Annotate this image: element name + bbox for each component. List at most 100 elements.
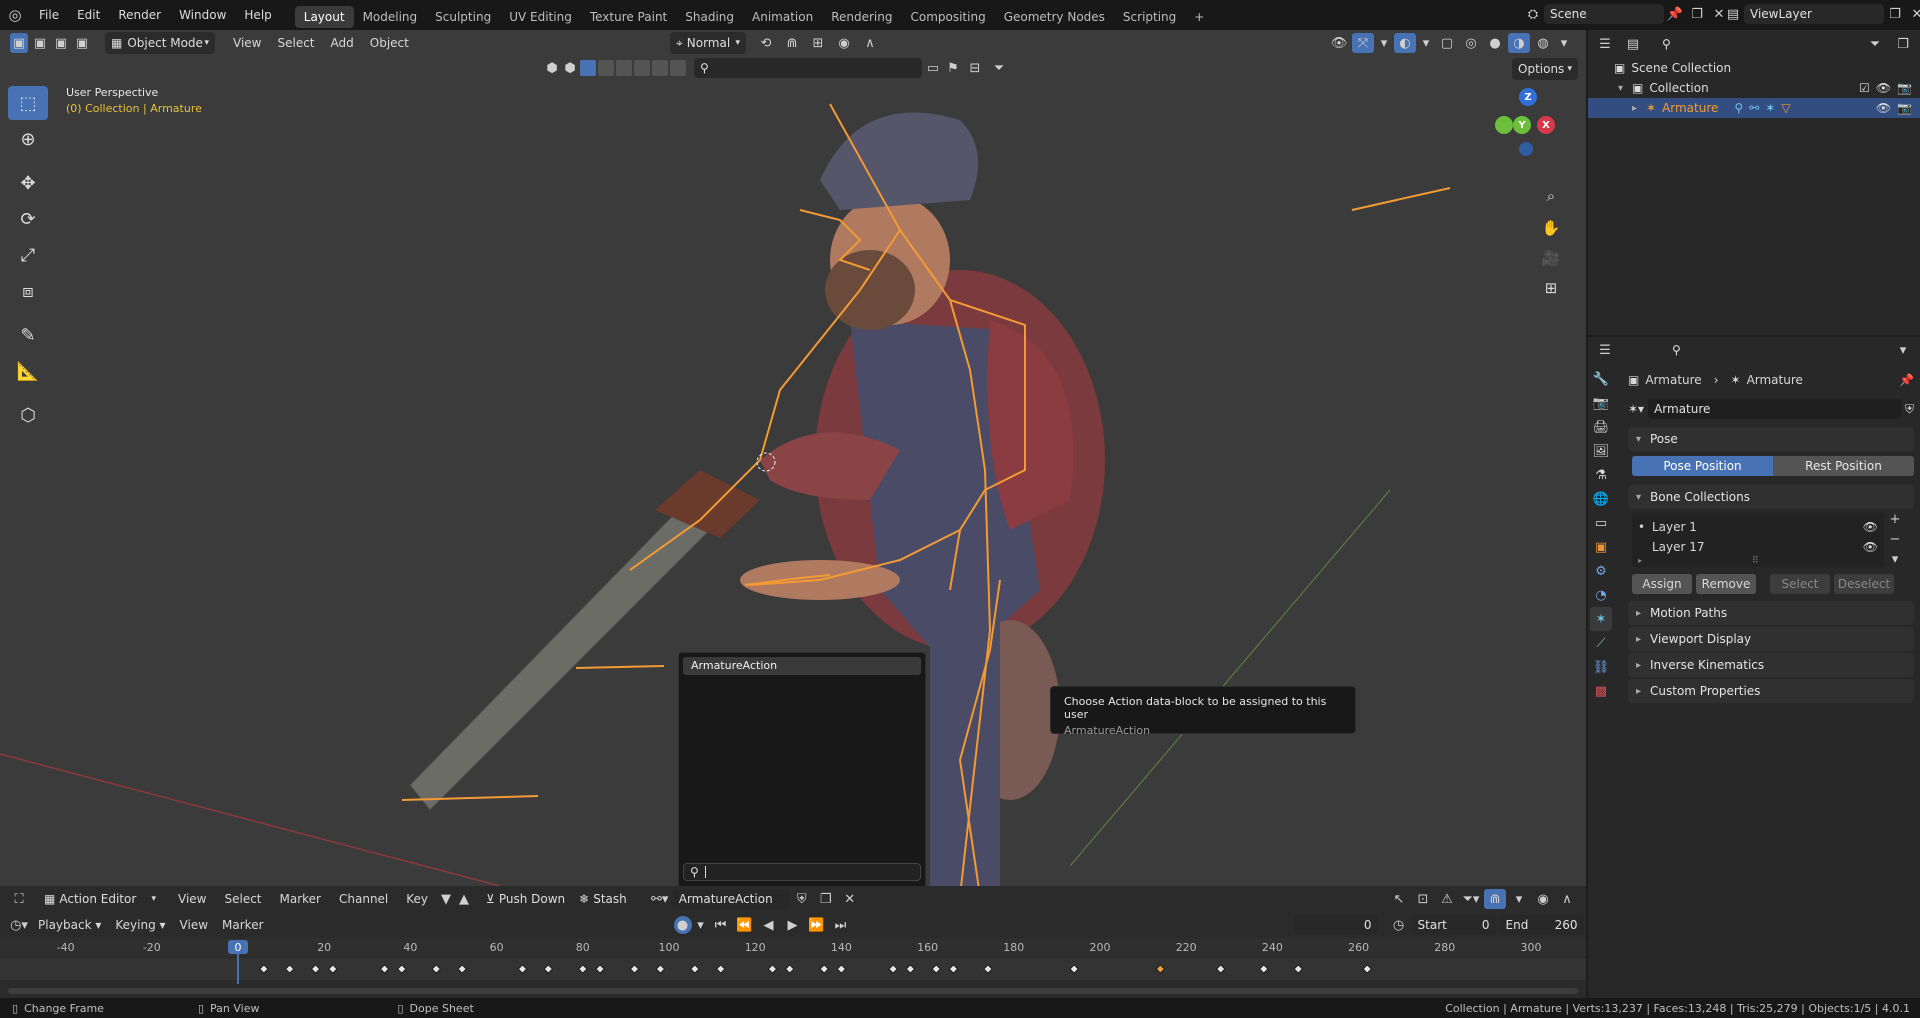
viewport-menu-view[interactable]: View [225, 36, 269, 50]
viewport-search-field[interactable]: ⚲ [694, 58, 922, 78]
remove-button[interactable]: Remove [1696, 574, 1756, 594]
play-reverse-icon[interactable]: ◀ [758, 915, 780, 935]
editor-type-icon[interactable]: ☰ [1594, 34, 1616, 54]
viewport-menu-object[interactable]: Object [362, 36, 417, 50]
menu-help[interactable]: Help [235, 0, 280, 30]
eye-icon[interactable]: 👁 [1876, 81, 1891, 95]
new-action-icon[interactable]: ❐ [815, 889, 837, 909]
navigation-gizmo[interactable]: Z Y X ⌕ ✋ 🎥 ⊞ [1495, 88, 1565, 308]
rotate-tool-icon[interactable]: ⟳ [8, 202, 48, 236]
chevron-down-icon[interactable]: ▾ [694, 915, 708, 935]
list-item[interactable]: Layer 17 👁 [1638, 537, 1878, 557]
record-icon[interactable]: ● [673, 916, 692, 934]
resize-handle-icon[interactable]: ⠿ [1752, 556, 1759, 566]
add-icon[interactable]: + [1884, 509, 1906, 529]
falloff-icon[interactable]: ∧ [1556, 889, 1578, 909]
jump-start-icon[interactable]: ⏮ [710, 915, 732, 935]
scene-tab-icon[interactable]: ⚗ [1590, 463, 1612, 487]
select-new-icon[interactable]: ▣ [10, 33, 28, 53]
new-scene-icon[interactable]: ❐ [1686, 4, 1708, 24]
dopesheet-menu-marker[interactable]: Marker [272, 892, 329, 906]
outliner-row-scene-collection[interactable]: ▣ Scene Collection [1588, 58, 1920, 78]
scale-tool-icon[interactable]: ⤢ [8, 238, 48, 272]
output-tab-icon[interactable]: 🖨 [1590, 415, 1612, 439]
annotate-tool-icon[interactable]: ✎ [8, 318, 48, 352]
action-icon[interactable]: ⚯ [1749, 101, 1759, 115]
select-extend-icon[interactable]: ▣ [31, 33, 49, 53]
menu-render[interactable]: Render [109, 0, 170, 30]
properties-search-input[interactable]: ⚲ [1666, 340, 1832, 360]
y-axis-neg-handle[interactable] [1495, 116, 1513, 134]
select-box-tool-icon[interactable]: ⬚ [8, 86, 48, 120]
armature-data-icon[interactable]: ✶ [1765, 101, 1775, 115]
menu-edit[interactable]: Edit [68, 0, 109, 30]
preview-range-icon[interactable]: ◷ [1388, 915, 1410, 935]
eye-icon[interactable]: 👁 [1876, 101, 1891, 115]
pose-icon[interactable]: ⚲ [1734, 101, 1743, 115]
inverse-kinematics-panel-header[interactable]: ▸ Inverse Kinematics [1628, 653, 1914, 677]
scene-field[interactable]: Scene [1544, 4, 1664, 24]
transform-tool-icon[interactable]: ⧈ [8, 274, 48, 308]
chevron-down-icon[interactable]: ▾ [1508, 889, 1530, 909]
view-layer-tab-icon[interactable]: 🖼 [1590, 439, 1612, 463]
eye-icon[interactable]: 👁 [1863, 540, 1878, 554]
jump-end-icon[interactable]: ⏭ [830, 915, 852, 935]
select-subtract-icon[interactable]: ▣ [52, 33, 70, 53]
chevron-down-icon[interactable]: ▾ [1884, 549, 1906, 569]
rest-position-button[interactable]: Rest Position [1773, 456, 1914, 476]
tab-animation[interactable]: Animation [743, 6, 822, 28]
pose-panel-header[interactable]: ▾ Pose [1628, 427, 1914, 451]
view-layer-icon[interactable]: ▤ [1722, 4, 1744, 24]
stash-button[interactable]: ❄ Stash [573, 888, 633, 910]
box-select-icon[interactable]: ⊡ [1412, 889, 1434, 909]
mesh-children-icon[interactable]: ▽ [1781, 101, 1790, 115]
blender-logo-icon[interactable]: ◎ [0, 5, 30, 25]
chevron-down-icon[interactable]: ▾ [1418, 33, 1434, 53]
material-shading-icon[interactable]: ◑ [1508, 33, 1530, 53]
current-frame-field[interactable]: 0 [1293, 915, 1378, 935]
modifiers-tab-icon[interactable]: ⚙ [1590, 559, 1612, 583]
x-axis-handle[interactable]: X [1537, 116, 1555, 134]
dopesheet-menu-select[interactable]: Select [216, 892, 269, 906]
action-search-input[interactable]: ⚲ [683, 863, 921, 881]
z-axis-neg-handle[interactable] [1519, 142, 1533, 156]
mode-dropdown[interactable]: ▦ Object Mode ▾ [105, 32, 215, 54]
push-down-button[interactable]: ⊻ Push Down [480, 888, 572, 910]
prev-keyframe-icon[interactable]: ⏪ [734, 915, 756, 935]
options-dropdown[interactable]: Options ▾ [1512, 58, 1578, 80]
pan-hand-icon[interactable]: ✋ [1537, 214, 1565, 242]
texture-tab-icon[interactable]: ▩ [1590, 679, 1612, 703]
camera-icon[interactable]: 📷 [1897, 101, 1912, 115]
timeline-view-menu[interactable]: View [174, 918, 214, 932]
armature-data-icon[interactable]: ✶▾ [1628, 402, 1644, 416]
playback-menu[interactable]: Playback ▾ [32, 918, 107, 932]
start-frame-field[interactable]: Start 0 [1411, 915, 1496, 935]
tab-compositing[interactable]: Compositing [901, 6, 994, 28]
assign-button[interactable]: Assign [1632, 574, 1692, 594]
render-tab-icon[interactable]: 📷 [1590, 391, 1612, 415]
z-axis-handle[interactable]: Z [1519, 88, 1537, 106]
measure-tool-icon[interactable]: 📐 [8, 354, 48, 388]
action-item[interactable]: ArmatureAction [683, 657, 921, 675]
action-browse-icon[interactable]: ⚯▾ [649, 889, 671, 909]
select-invert-icon[interactable]: ▣ [73, 33, 91, 53]
dopesheet-menu-view[interactable]: View [170, 892, 214, 906]
bone-collections-panel-header[interactable]: ▾ Bone Collections [1628, 485, 1914, 509]
menu-window[interactable]: Window [170, 0, 235, 30]
unlink-action-icon[interactable]: ✕ [839, 889, 861, 909]
cursor-tool-icon[interactable]: ⊕ [8, 122, 48, 156]
scene-icon[interactable]: ⛭ [1522, 4, 1544, 24]
pin-icon[interactable]: 📌 [1899, 373, 1914, 387]
next-keyframe-icon[interactable]: ⏩ [806, 915, 828, 935]
tab-scripting[interactable]: Scripting [1114, 6, 1185, 28]
outliner-search-input[interactable]: ⚲ [1656, 34, 1834, 54]
armature-datablock-field[interactable]: Armature [1648, 399, 1901, 419]
display-mode-icon[interactable]: ▤ [1622, 34, 1644, 54]
action-name-field[interactable]: ArmatureAction [672, 889, 789, 909]
visibility-icon[interactable]: 👁 [1328, 33, 1350, 53]
deselect-button[interactable]: Deselect [1834, 574, 1894, 594]
eye-icon[interactable]: 👁 [1863, 520, 1878, 534]
filter-icons[interactable] [580, 60, 686, 76]
dopesheet-menu-channel[interactable]: Channel [331, 892, 396, 906]
rendered-shading-icon[interactable]: ◍ [1532, 33, 1554, 53]
